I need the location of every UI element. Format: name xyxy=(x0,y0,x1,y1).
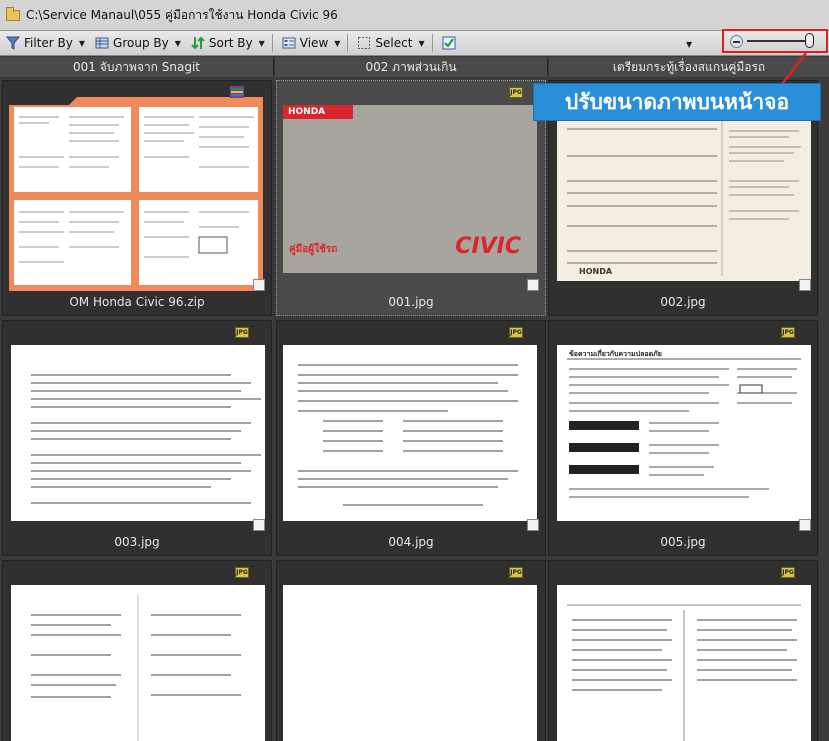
toolbar-divider xyxy=(271,34,273,52)
jpg-badge-icon: JPG xyxy=(781,327,795,338)
toolbar-divider xyxy=(347,34,349,52)
group-header[interactable]: 002 ภาพส่วนเกิน xyxy=(275,57,547,77)
sort-icon xyxy=(191,36,205,50)
thumbnail-label: 002.jpg xyxy=(660,295,706,309)
group-by-button[interactable]: Group By ▼ xyxy=(89,33,185,54)
thumbnail-cell[interactable]: JPG xyxy=(548,560,818,741)
thumbnail-checkbox[interactable] xyxy=(527,279,539,291)
image-thumbnail xyxy=(283,585,537,741)
filter-by-label: Filter By xyxy=(24,36,73,50)
group-by-label: Group By xyxy=(113,36,169,50)
toolbar-divider xyxy=(431,34,433,52)
document-page-image xyxy=(567,358,801,498)
thumbnail-cell-selected[interactable]: HONDA CIVIC คู่มือผู้ใช้รถ JPG 001.jpg xyxy=(276,80,546,316)
cover-caption: คู่มือผู้ใช้รถ xyxy=(289,244,338,255)
checkbox-icon xyxy=(442,36,456,50)
document-page-image xyxy=(567,604,801,741)
toolbar-overflow-chevron-icon[interactable]: ▼ xyxy=(686,40,692,49)
zoom-out-icon[interactable] xyxy=(730,34,743,48)
group-header[interactable]: 001 จับภาพจาก Snagit xyxy=(0,57,273,77)
zip-folder-thumbnail xyxy=(9,97,263,291)
thumbnail-label: 004.jpg xyxy=(388,535,434,549)
thumbnail-cell[interactable]: ข้อความเกี่ยวกับความปลอดภัย JPG 005.jpg xyxy=(548,320,818,556)
thumbnail-label: 005.jpg xyxy=(660,535,706,549)
window-path: C:\Service Manaul\055 คู่มือการใช้งาน Ho… xyxy=(26,7,338,22)
jpg-badge-icon: JPG xyxy=(235,327,249,338)
jpg-badge-icon: JPG xyxy=(509,327,523,338)
group-header[interactable]: เตรียมกระทู้เรื่องสแกนคู่มือรถ xyxy=(549,57,829,77)
document-page-image xyxy=(31,374,261,504)
sort-by-button[interactable]: Sort By ▼ xyxy=(185,33,269,54)
document-page-image xyxy=(31,595,241,741)
select-label: Select xyxy=(375,36,413,50)
thumbnail-checkbox[interactable] xyxy=(527,519,539,531)
divider xyxy=(547,59,548,75)
thumbnail-checkbox[interactable] xyxy=(253,279,265,291)
selection-icon xyxy=(358,37,371,49)
chevron-down-icon: ▼ xyxy=(418,38,425,48)
jpg-badge-icon: JPG xyxy=(235,567,249,578)
document-page-image xyxy=(298,364,518,506)
thumbnail-cell[interactable]: OM Honda Civic 96.zip xyxy=(2,80,272,316)
view-icon xyxy=(282,37,296,49)
jpg-badge-icon: JPG xyxy=(781,567,795,578)
thumbnail-checkbox[interactable] xyxy=(799,279,811,291)
thumbnail-label: OM Honda Civic 96.zip xyxy=(69,295,205,309)
zip-archive-icon xyxy=(230,86,244,98)
divider xyxy=(273,59,274,75)
image-thumbnail: ข้อความเกี่ยวกับความปลอดภัย xyxy=(557,345,811,521)
image-thumbnail xyxy=(283,345,537,521)
cover-brand: HONDA xyxy=(283,105,353,119)
sort-by-label: Sort By xyxy=(208,36,253,50)
chevron-down-icon: ▼ xyxy=(174,38,181,48)
check-button[interactable] xyxy=(436,33,464,54)
view-button[interactable]: View ▼ xyxy=(276,33,345,54)
chevron-down-icon: ▼ xyxy=(258,38,265,48)
document-page-image: HONDA xyxy=(567,106,801,276)
folder-icon xyxy=(6,6,20,21)
thumbnail-cell[interactable]: JPG 003.jpg xyxy=(2,320,272,556)
window-title-bar: C:\Service Manaul\055 คู่มือการใช้งาน Ho… xyxy=(0,0,829,31)
filter-icon xyxy=(6,36,20,50)
chevron-down-icon: ▼ xyxy=(334,38,341,48)
select-button[interactable]: Select ▼ xyxy=(351,33,428,54)
zoom-slider[interactable] xyxy=(747,33,814,48)
doc-footer-brand: HONDA xyxy=(579,267,613,276)
thumbnail-checkbox[interactable] xyxy=(253,519,265,531)
image-thumbnail xyxy=(557,585,811,741)
view-label: View xyxy=(299,36,329,50)
thumbnail-cell[interactable]: JPG 004.jpg xyxy=(276,320,546,556)
jpg-badge-icon: JPG xyxy=(509,567,523,578)
image-thumbnail xyxy=(11,345,265,521)
thumbnail-grid: 001 จับภาพจาก Snagit 002 ภาพส่วนเกิน เตร… xyxy=(0,57,829,741)
jpg-badge-icon: JPG xyxy=(509,87,523,98)
chevron-down-icon: ▼ xyxy=(78,38,86,48)
thumbnail-label: 001.jpg xyxy=(388,295,434,309)
image-thumbnail: HONDA CIVIC คู่มือผู้ใช้รถ xyxy=(283,105,537,273)
annotation-callout: ปรับขนาดภาพบนหน้าจอ xyxy=(533,83,821,121)
image-thumbnail xyxy=(11,585,265,741)
zoom-control xyxy=(722,29,828,53)
group-icon xyxy=(95,37,109,49)
cover-model: CIVIC xyxy=(455,234,521,259)
thumbnail-cell[interactable]: JPG xyxy=(276,560,546,741)
zoom-slider-handle[interactable] xyxy=(805,33,814,48)
filter-by-button[interactable]: Filter By ▼ xyxy=(0,33,89,54)
thumbnail-label: 003.jpg xyxy=(114,535,160,549)
thumbnail-cell[interactable]: JPG xyxy=(2,560,272,741)
image-thumbnail: HONDA xyxy=(557,101,811,281)
toolbar: Filter By ▼ Group By ▼ Sort By ▼ View ▼ Sele… xyxy=(0,31,829,56)
thumbnail-checkbox[interactable] xyxy=(799,519,811,531)
